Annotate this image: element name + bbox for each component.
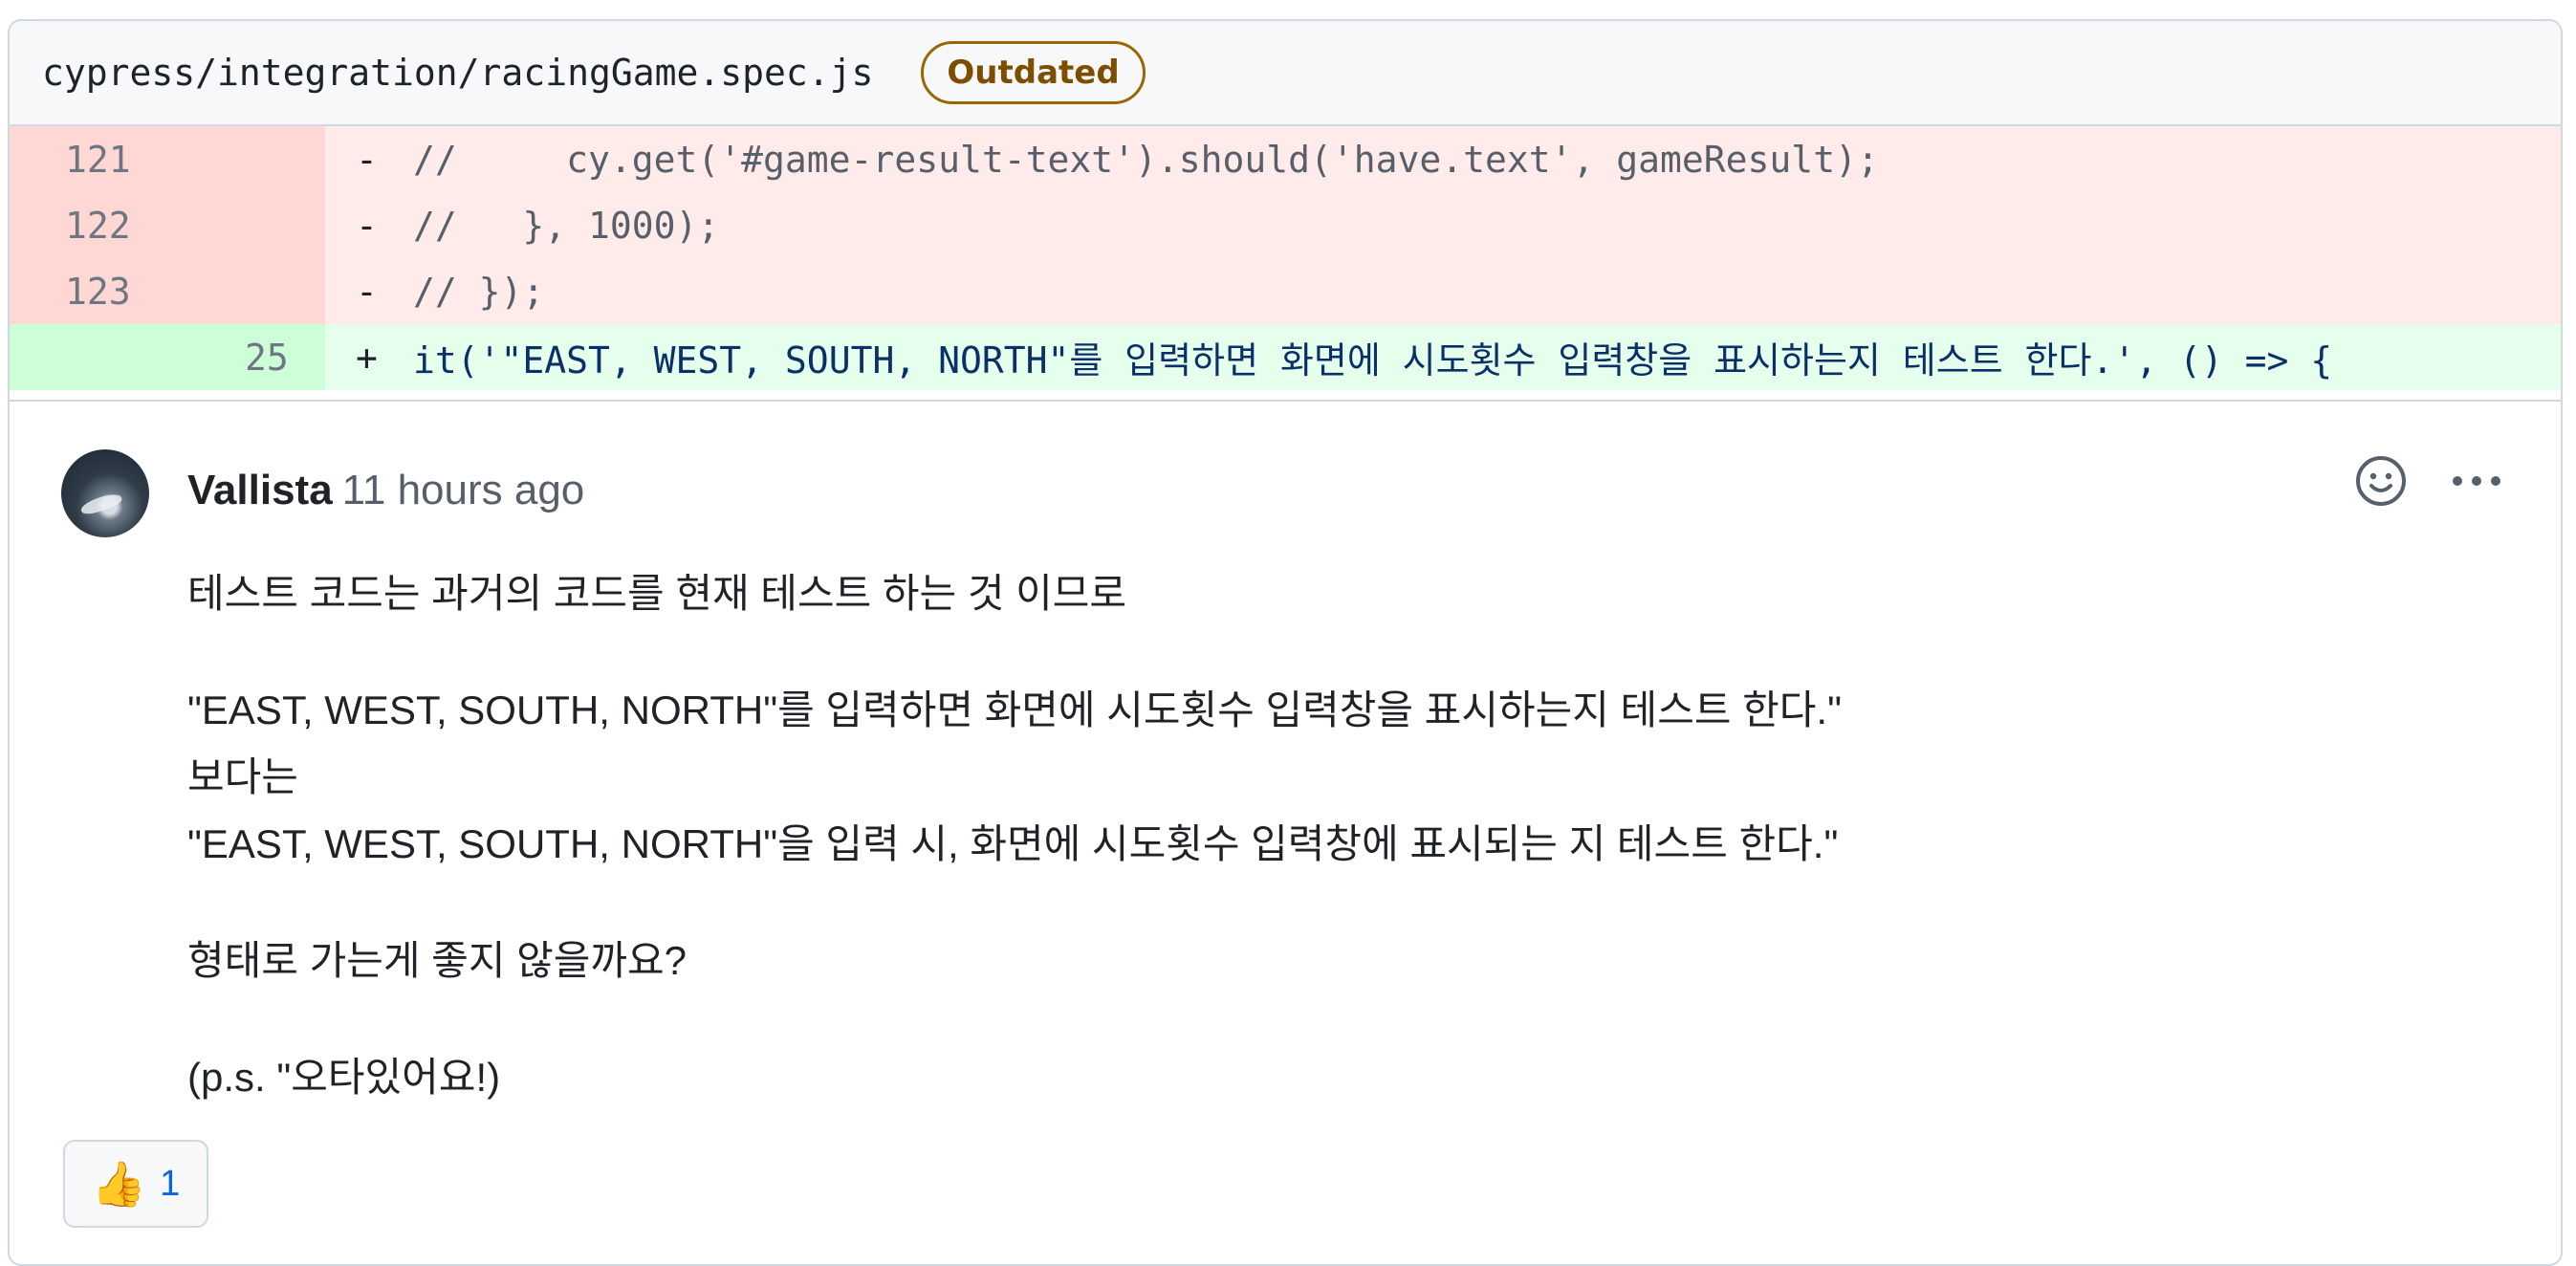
diff-line-deleted: 122 - // }, 1000); [10, 192, 2561, 258]
reaction-count: 1 [160, 1163, 181, 1204]
comment-paragraph: 보다는 [187, 754, 298, 799]
comment-paragraph: "EAST, WEST, SOUTH, NORTH"을 입력 시, 화면에 시도… [187, 821, 1839, 866]
diff-line-deleted: 123 - // }); [10, 258, 2561, 324]
outdated-badge: Outdated [921, 41, 1146, 104]
comment-paragraph: 형태로 가는게 좋지 않을까요? [187, 938, 688, 983]
author-link[interactable]: Vallista [187, 467, 333, 513]
code-line: it('"EAST, WEST, SOUTH, NORTH"를 입력하면 화면에… [413, 331, 2332, 383]
comment: Vallista 11 hours ago 테스트 코드는 과거의 코드를 현재 … [10, 400, 2561, 1228]
avatar[interactable] [61, 449, 149, 537]
line-number-gutter: 25 [10, 324, 325, 390]
code-line: // }); [413, 270, 545, 313]
comment-paragraph: "EAST, WEST, SOUTH, NORTH"를 입력하면 화면에 시도횟… [187, 688, 1843, 732]
code-line: // cy.get('#game-result-text').should('h… [413, 138, 1879, 181]
diff-marker: - [356, 204, 378, 247]
diff-marker: + [356, 336, 378, 379]
code-fn-call: it( [413, 339, 479, 382]
old-line-number[interactable]: 122 [65, 205, 131, 247]
code-line: // }, 1000); [413, 204, 720, 247]
diff-line-added: 25 + it('"EAST, WEST, SOUTH, NORTH"를 입력하… [10, 324, 2561, 390]
line-number-gutter: 123 [10, 258, 325, 324]
file-header: cypress/integration/racingGame.spec.js O… [10, 21, 2561, 126]
line-number-gutter: 121 [10, 126, 325, 192]
diff-marker: - [356, 138, 378, 181]
smiley-icon[interactable] [2354, 454, 2408, 508]
review-comment-card: cypress/integration/racingGame.spec.js O… [8, 19, 2563, 1266]
diff-marker: - [356, 270, 378, 313]
thumbs-up-icon: 👍 [91, 1158, 147, 1210]
file-path-link[interactable]: cypress/integration/racingGame.spec.js [42, 52, 873, 94]
comment-header: Vallista 11 hours ago [187, 467, 584, 514]
timestamp-link[interactable]: 11 hours ago [342, 467, 585, 513]
kebab-horizontal-icon[interactable] [2446, 454, 2507, 508]
line-number-gutter: 122 [10, 192, 325, 258]
comment-paragraph: 테스트 코드는 과거의 코드를 현재 테스트 하는 것 이므로 [187, 571, 1127, 616]
code-suffix: , () => { [2135, 339, 2333, 382]
diff-line-deleted: 121 - // cy.get('#game-result-text').sho… [10, 126, 2561, 192]
thumbs-up-reaction-button[interactable]: 👍 1 [63, 1140, 208, 1228]
diff-hunk: 121 - // cy.get('#game-result-text').sho… [10, 126, 2561, 390]
old-line-number[interactable]: 123 [65, 271, 131, 313]
comment-body: 테스트 코드는 과거의 코드를 현재 테스트 하는 것 이므로 "EAST, W… [187, 560, 2387, 1111]
comment-paragraph: (p.s. "오타있어요!) [187, 1055, 501, 1100]
code-string: '"EAST, WEST, SOUTH, NORTH"를 입력하면 화면에 시도… [478, 339, 2136, 382]
new-line-number[interactable]: 25 [245, 337, 289, 379]
old-line-number[interactable]: 121 [65, 139, 131, 181]
